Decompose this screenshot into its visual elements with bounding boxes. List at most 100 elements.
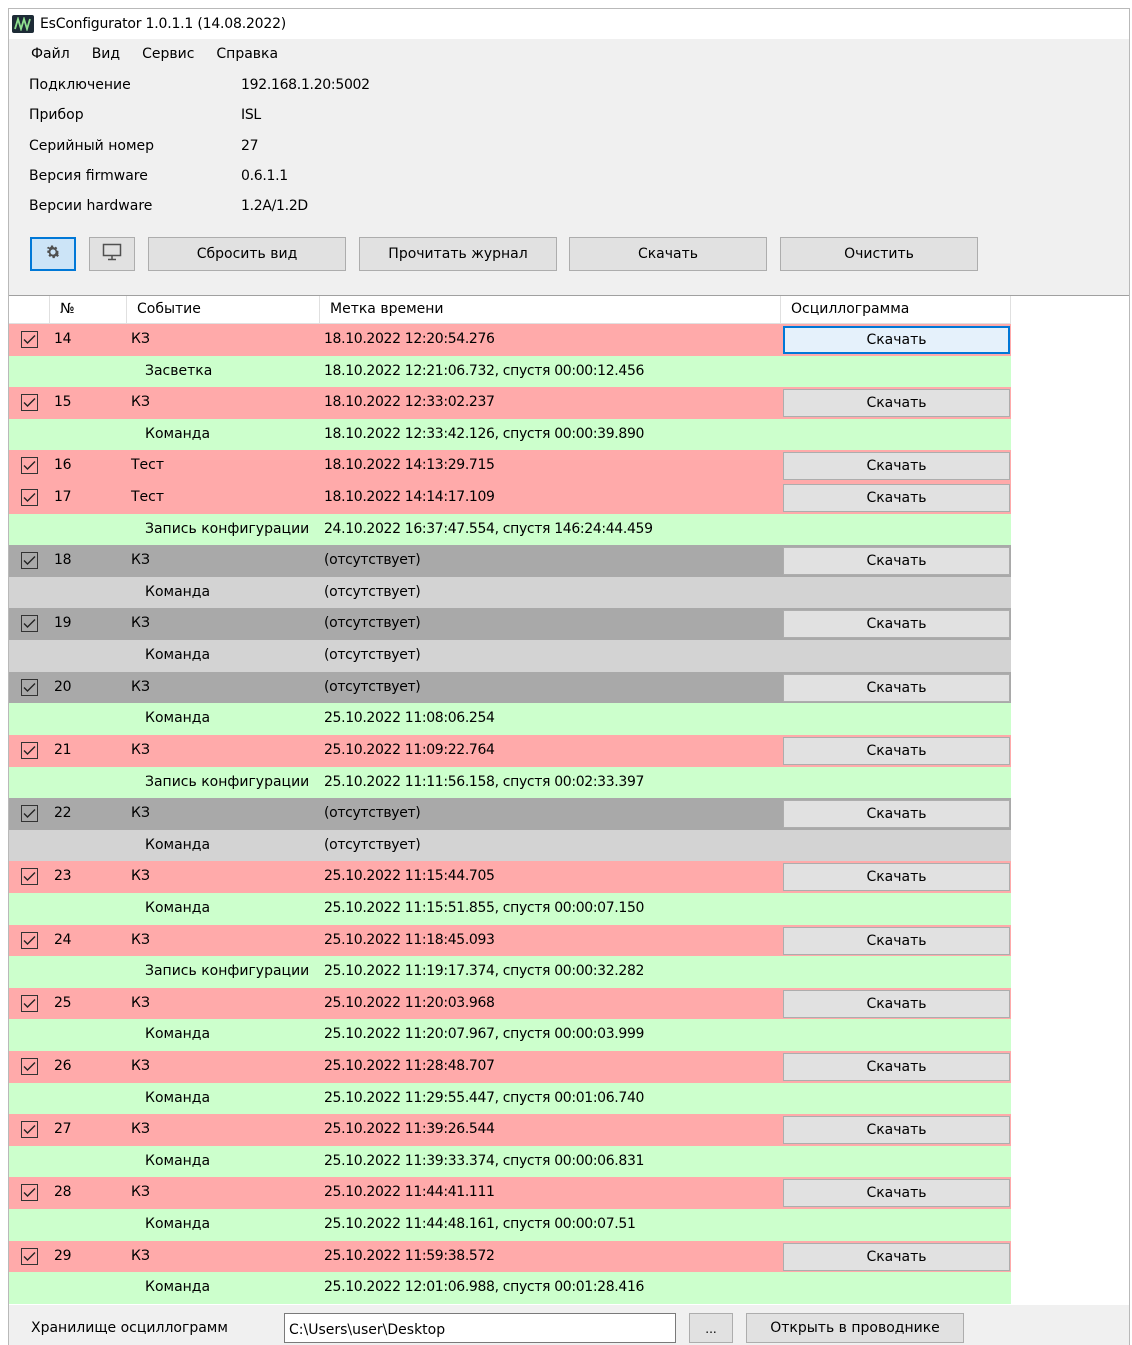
table-row[interactable]: 19 КЗ (отсутствует) Скачать [9, 608, 1011, 641]
row-download-button[interactable]: Скачать [783, 326, 1010, 354]
row-event: КЗ [131, 931, 150, 948]
read-log-button[interactable]: Прочитать журнал [359, 237, 557, 271]
table-subrow[interactable]: Засветка 18.10.2022 12:21:06.732, спустя … [9, 355, 1011, 388]
row-checkbox[interactable] [21, 994, 38, 1012]
table-row[interactable]: 16 Тест 18.10.2022 14:13:29.715 Скачать [9, 450, 1011, 483]
row-event: Команда [145, 647, 211, 664]
row-checkbox[interactable] [21, 805, 38, 823]
table-subrow[interactable]: Команда 18.10.2022 12:33:42.126, спустя 0… [9, 418, 1011, 451]
row-checkbox[interactable] [21, 931, 38, 949]
row-download-button[interactable]: Скачать [783, 389, 1010, 418]
row-checkbox[interactable] [21, 1247, 38, 1265]
table-row[interactable]: 23 КЗ 25.10.2022 11:15:44.705 Скачать [9, 861, 1011, 893]
monitor-button[interactable] [89, 237, 135, 271]
row-download-button[interactable]: Скачать [783, 452, 1010, 481]
table-row[interactable]: 15 КЗ 18.10.2022 12:33:02.237 Скачать [9, 387, 1011, 419]
row-download-button[interactable]: Скачать [783, 800, 1010, 829]
row-download-button[interactable]: Скачать [783, 1179, 1010, 1208]
row-checkbox[interactable] [21, 1184, 38, 1202]
row-download-button[interactable]: Скачать [783, 989, 1010, 1018]
table-subrow[interactable]: Команда (отсутствует) [9, 640, 1011, 672]
table-subrow[interactable]: Команда 25.10.2022 11:15:51.855, спустя 0… [9, 892, 1011, 925]
table-subrow[interactable]: Команда 25.10.2022 11:44:48.161, спустя 0… [9, 1209, 1011, 1241]
table-row[interactable]: 29 КЗ 25.10.2022 11:59:38.572 Скачать [9, 1240, 1011, 1273]
header-timestamp[interactable]: Метка времени [320, 296, 781, 324]
row-event: Запись конфигурации [145, 520, 310, 537]
row-checkbox[interactable] [21, 489, 38, 507]
table-subrow[interactable]: Запись конфигурации 25.10.2022 11:19:17.3… [9, 956, 1011, 988]
row-checkbox[interactable] [21, 868, 38, 886]
row-download-button[interactable]: Скачать [783, 610, 1010, 639]
browse-button[interactable]: ... [689, 1313, 733, 1343]
row-timestamp: 25.10.2022 11:44:41.111 [324, 1184, 495, 1201]
table-row[interactable]: 26 КЗ 25.10.2022 11:28:48.707 Скачать [9, 1051, 1011, 1083]
table-subrow[interactable]: Команда 25.10.2022 11:39:33.374, спустя 0… [9, 1145, 1011, 1178]
row-event: КЗ [131, 994, 150, 1011]
table-row[interactable]: 24 КЗ 25.10.2022 11:18:45.093 Скачать [9, 924, 1011, 957]
open-in-explorer-button[interactable]: Открыть в проводнике [746, 1313, 964, 1343]
table-row[interactable]: 25 КЗ 25.10.2022 11:20:03.968 Скачать [9, 987, 1011, 1020]
row-checkbox[interactable] [21, 741, 38, 759]
row-download-button[interactable]: Скачать [783, 863, 1010, 892]
table-row[interactable]: 22 КЗ (отсутствует) Скачать [9, 798, 1011, 830]
table-row[interactable]: 18 КЗ (отсутствует) Скачать [9, 545, 1011, 577]
menu-view[interactable]: Вид [81, 43, 131, 65]
row-timestamp: 25.10.2022 11:20:03.968 [324, 994, 495, 1011]
row-download-button[interactable]: Скачать [783, 1116, 1010, 1145]
row-number: 20 [54, 678, 72, 695]
row-checkbox[interactable] [21, 1058, 38, 1076]
clear-button[interactable]: Очистить [780, 237, 978, 271]
row-checkbox[interactable] [21, 394, 38, 412]
reset-view-button[interactable]: Сбросить вид [148, 237, 346, 271]
row-download-button[interactable]: Скачать [783, 1053, 1010, 1082]
menu-service[interactable]: Сервис [131, 43, 205, 65]
info-label: Подключение [29, 77, 131, 93]
info-label: Версия firmware [29, 167, 148, 184]
row-event: КЗ [131, 805, 150, 822]
row-timestamp: 25.10.2022 12:01:06.988, спустя 00:01:28… [324, 1279, 645, 1296]
row-event: Засветка [145, 362, 213, 379]
row-download-button[interactable]: Скачать [783, 1242, 1010, 1271]
header-event[interactable]: Событие [127, 296, 320, 324]
row-download-button[interactable]: Скачать [783, 673, 1010, 702]
row-timestamp: 25.10.2022 11:44:48.161, спустя 00:00:07… [324, 1216, 636, 1233]
menu-help[interactable]: Справка [205, 43, 289, 65]
table-row[interactable]: 21 КЗ 25.10.2022 11:09:22.764 Скачать [9, 734, 1011, 767]
table-row[interactable]: 20 КЗ (отсутствует) Скачать [9, 671, 1011, 704]
row-number: 19 [54, 615, 72, 632]
header-num[interactable]: № [50, 296, 127, 324]
table-row[interactable]: 14 КЗ 18.10.2022 12:20:54.276 Скачать [9, 324, 1011, 356]
info-value: 192.168.1.20:5002 [241, 77, 370, 93]
table-subrow[interactable]: Запись конфигурации 25.10.2022 11:11:56.1… [9, 766, 1011, 799]
row-event: КЗ [131, 868, 150, 885]
header-oscillogram[interactable]: Осциллограмма [781, 296, 1011, 324]
table-subrow[interactable]: Команда 25.10.2022 12:01:06.988, спустя 0… [9, 1272, 1011, 1304]
row-checkbox[interactable] [21, 552, 38, 570]
table-subrow[interactable]: Команда 25.10.2022 11:20:07.967, спустя 0… [9, 1019, 1011, 1052]
table-subrow[interactable]: Команда 25.10.2022 11:29:55.447, спустя 0… [9, 1082, 1011, 1115]
event-log-grid[interactable]: № Событие Метка времени Осциллограмма 14… [9, 295, 1129, 1305]
row-timestamp: 25.10.2022 11:59:38.572 [324, 1247, 495, 1264]
grid-rows: 14 КЗ 18.10.2022 12:20:54.276 Скачать Засвет… [9, 324, 1011, 1304]
table-subrow[interactable]: Запись конфигурации 24.10.2022 16:37:47.5… [9, 513, 1011, 546]
row-download-button[interactable]: Скачать [783, 484, 1010, 513]
table-row[interactable]: 28 КЗ 25.10.2022 11:44:41.111 Скачать [9, 1177, 1011, 1210]
storage-path-input[interactable] [284, 1313, 676, 1343]
table-subrow[interactable]: Команда 25.10.2022 11:08:06.254 [9, 703, 1011, 735]
row-checkbox[interactable] [21, 331, 38, 348]
row-checkbox[interactable] [21, 615, 38, 633]
settings-button[interactable] [30, 237, 76, 271]
row-download-button[interactable]: Скачать [783, 736, 1010, 765]
menu-file[interactable]: Файл [20, 43, 81, 65]
table-row[interactable]: 27 КЗ 25.10.2022 11:39:26.544 Скачать [9, 1114, 1011, 1146]
table-row[interactable]: 17 Тест 18.10.2022 14:14:17.109 Скачать [9, 482, 1011, 514]
table-subrow[interactable]: Команда (отсутствует) [9, 576, 1011, 609]
row-checkbox[interactable] [21, 457, 38, 475]
row-download-button[interactable]: Скачать [783, 926, 1010, 955]
download-button[interactable]: Скачать [569, 237, 767, 271]
row-checkbox[interactable] [21, 1121, 38, 1139]
row-event: Запись конфигурации [145, 773, 310, 790]
row-download-button[interactable]: Скачать [783, 547, 1010, 576]
row-checkbox[interactable] [21, 678, 38, 696]
table-subrow[interactable]: Команда (отсутствует) [9, 829, 1011, 862]
